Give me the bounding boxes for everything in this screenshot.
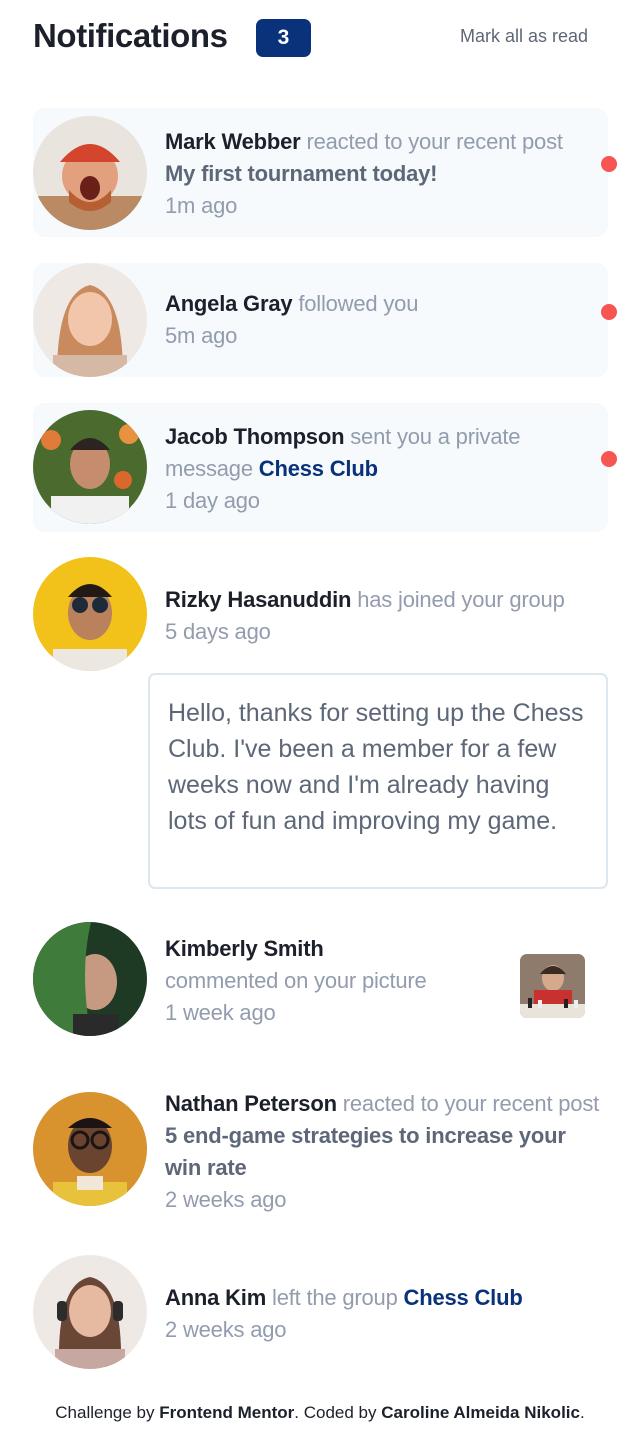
private-message[interactable]: Hello, thanks for setting up the Chess C… bbox=[148, 673, 608, 889]
avatar[interactable] bbox=[33, 922, 147, 1036]
notification-text: Rizky Hasanuddin has joined your group 5… bbox=[165, 584, 605, 648]
timestamp: 2 weeks ago bbox=[165, 1317, 287, 1342]
notification-text: Kimberly Smith commented on your picture… bbox=[165, 933, 495, 1029]
notification-action: left the group bbox=[272, 1285, 398, 1310]
avatar[interactable] bbox=[33, 1255, 147, 1369]
commented-picture-thumbnail[interactable] bbox=[520, 954, 585, 1018]
unread-dot-icon bbox=[601, 156, 617, 172]
notification-action: reacted to your recent post bbox=[306, 129, 563, 154]
avatar[interactable] bbox=[33, 410, 147, 524]
avatar-mark-webber-icon bbox=[33, 116, 147, 230]
notification-item[interactable]: Angela Gray followed you 5m ago bbox=[33, 263, 617, 377]
frontend-mentor-link[interactable]: Frontend Mentor bbox=[159, 1403, 294, 1422]
avatar[interactable] bbox=[33, 1092, 147, 1206]
unread-count-badge: 3 bbox=[256, 19, 311, 57]
unread-dot-icon bbox=[601, 451, 617, 467]
user-name[interactable]: Kimberly Smith bbox=[165, 933, 495, 965]
timestamp: 2 weeks ago bbox=[165, 1187, 287, 1212]
unread-dot-icon bbox=[601, 304, 617, 320]
timestamp: 1m ago bbox=[165, 193, 238, 218]
post-title[interactable]: 5 end-game strategies to increase your w… bbox=[165, 1123, 566, 1180]
avatar[interactable] bbox=[33, 116, 147, 230]
avatar-rizky-hasanuddin-icon bbox=[33, 557, 147, 671]
attribution-suffix: . bbox=[579, 1403, 585, 1422]
notification-item[interactable]: Mark Webber reacted to your recent post … bbox=[33, 108, 617, 237]
notification-text: Anna Kim left the group Chess Club 2 wee… bbox=[165, 1282, 605, 1346]
avatar[interactable] bbox=[33, 263, 147, 377]
avatar-anna-kim-icon bbox=[33, 1255, 147, 1369]
notification-item[interactable]: Jacob Thompson sent you a private messag… bbox=[33, 403, 617, 532]
attribution-prefix: Challenge by bbox=[55, 1403, 155, 1422]
group-link[interactable]: Chess Club bbox=[404, 1285, 523, 1310]
notification-action: followed you bbox=[298, 291, 419, 316]
notification-action: commented on your picture bbox=[165, 968, 427, 993]
user-name[interactable]: Angela Gray bbox=[165, 291, 293, 316]
user-name[interactable]: Mark Webber bbox=[165, 129, 301, 154]
attribution-middle: . Coded by bbox=[294, 1403, 377, 1422]
user-name[interactable]: Anna Kim bbox=[165, 1285, 266, 1310]
notification-text: Nathan Peterson reacted to your recent p… bbox=[165, 1088, 605, 1216]
notification-action: has joined your group bbox=[357, 587, 565, 612]
user-name[interactable]: Rizky Hasanuddin bbox=[165, 587, 351, 612]
notification-text: Mark Webber reacted to your recent post … bbox=[165, 126, 585, 222]
group-link[interactable]: Chess Club bbox=[259, 456, 378, 481]
page-title: Notifications bbox=[33, 17, 228, 54]
user-name[interactable]: Nathan Peterson bbox=[165, 1091, 337, 1116]
timestamp: 5m ago bbox=[165, 323, 238, 348]
author-link[interactable]: Caroline Almeida Nikolic bbox=[381, 1403, 580, 1422]
notifications-header: Notifications 3 Mark all as read bbox=[0, 0, 640, 80]
avatar[interactable] bbox=[33, 557, 147, 671]
avatar-kimberly-smith-icon bbox=[33, 922, 147, 1036]
post-title[interactable]: My first tournament today! bbox=[165, 161, 437, 186]
user-name[interactable]: Jacob Thompson bbox=[165, 424, 345, 449]
timestamp: 1 day ago bbox=[165, 488, 260, 513]
chess-picture-icon bbox=[520, 954, 585, 1018]
mark-all-as-read-button[interactable]: Mark all as read bbox=[460, 26, 588, 47]
notification-item[interactable]: Nathan Peterson reacted to your recent p… bbox=[33, 1090, 608, 1212]
timestamp: 1 week ago bbox=[165, 1000, 276, 1025]
avatar-angela-gray-icon bbox=[33, 263, 147, 377]
avatar-jacob-thompson-icon bbox=[33, 410, 147, 524]
notification-text: Jacob Thompson sent you a private messag… bbox=[165, 421, 585, 517]
notification-action: reacted to your recent post bbox=[342, 1091, 600, 1116]
notification-item[interactable]: Rizky Hasanuddin has joined your group 5… bbox=[33, 557, 608, 673]
timestamp: 5 days ago bbox=[165, 619, 271, 644]
notification-item[interactable]: Anna Kim left the group Chess Club 2 wee… bbox=[33, 1255, 608, 1371]
notification-text: Angela Gray followed you 5m ago bbox=[165, 288, 585, 352]
attribution: Challenge by Frontend Mentor. Coded by C… bbox=[0, 1403, 640, 1422]
avatar-nathan-peterson-icon bbox=[33, 1092, 147, 1206]
